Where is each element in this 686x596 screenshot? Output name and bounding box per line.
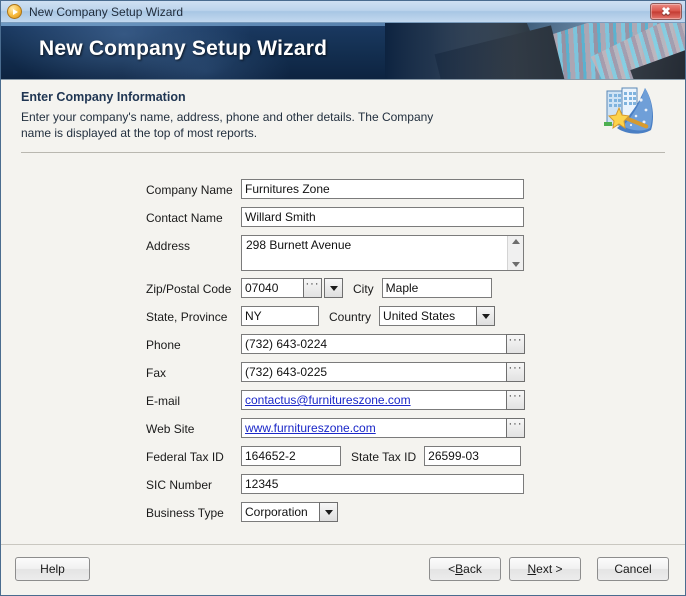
country-input[interactable] — [379, 306, 477, 326]
row-website: Web Site ··· — [1, 418, 685, 439]
federal-tax-id-input[interactable] — [241, 446, 341, 466]
address-textarea[interactable]: 298 Burnett Avenue — [241, 235, 524, 271]
label-sic-number: SIC Number — [146, 478, 213, 492]
label-phone: Phone — [146, 338, 181, 352]
label-website: Web Site — [146, 422, 195, 436]
business-type-combo[interactable] — [241, 502, 338, 522]
row-sic-number: SIC Number — [1, 474, 685, 495]
row-phone: Phone ··· — [1, 334, 685, 355]
address-value: 298 Burnett Avenue — [246, 238, 352, 252]
fax-combo: ··· — [241, 362, 525, 382]
close-icon[interactable]: ✖ — [650, 3, 682, 20]
sic-number-input[interactable] — [241, 474, 524, 494]
row-email: E-mail ··· — [1, 390, 685, 411]
email-combo: ··· — [241, 390, 525, 410]
help-button[interactable]: Help — [15, 557, 90, 581]
country-combo[interactable] — [379, 306, 496, 326]
label-federal-tax-id: Federal Tax ID — [146, 450, 224, 464]
website-combo: ··· — [241, 418, 525, 438]
business-type-dropdown-icon[interactable] — [319, 502, 338, 522]
label-country: Country — [329, 310, 372, 324]
label-company-name: Company Name — [146, 183, 233, 197]
zip-combo: ··· — [241, 278, 343, 298]
wizard-orb-icon — [7, 4, 22, 19]
page-title: Enter Company Information — [21, 90, 186, 104]
label-city: City — [353, 282, 374, 296]
row-zip-city: Zip/Postal Code ··· City — [1, 278, 685, 299]
back-label-prefix: < — [448, 562, 456, 576]
email-input[interactable] — [241, 390, 506, 410]
label-zip: Zip/Postal Code — [146, 282, 232, 296]
label-fax: Fax — [146, 366, 167, 380]
business-type-input[interactable] — [241, 502, 319, 522]
state-tax-id-input[interactable] — [424, 446, 522, 466]
cancel-button[interactable]: Cancel — [597, 557, 669, 581]
phone-ellipsis-icon[interactable]: ··· — [506, 334, 525, 354]
zip-lookup-ellipsis-icon[interactable]: ··· — [303, 278, 322, 298]
company-info-form: Company Name Contact Name Address 298 Bu… — [1, 153, 685, 523]
label-state: State, Province — [146, 310, 228, 324]
company-name-input[interactable] — [241, 179, 524, 199]
fax-ellipsis-icon[interactable]: ··· — [506, 362, 525, 382]
phone-combo: ··· — [241, 334, 525, 354]
email-ellipsis-icon[interactable]: ··· — [506, 390, 525, 410]
scroll-up-icon[interactable] — [511, 239, 520, 244]
zip-input[interactable] — [241, 278, 303, 298]
row-company-name: Company Name — [1, 179, 685, 200]
row-fax: Fax ··· — [1, 362, 685, 383]
row-contact-name: Contact Name — [1, 207, 685, 228]
page-description: Enter your company's name, address, phon… — [21, 110, 434, 140]
next-accel: N — [527, 562, 537, 576]
row-address: Address 298 Burnett Avenue — [1, 235, 685, 271]
zip-dropdown-icon[interactable] — [324, 278, 343, 298]
back-label-suffix: ack — [463, 562, 482, 576]
description-block: Enter Company Information Enter your com… — [1, 80, 685, 152]
phone-input[interactable] — [241, 334, 506, 354]
next-button[interactable]: Next > — [509, 557, 581, 581]
next-label-suffix: ext > — [536, 562, 563, 576]
wizard-footer: Help < Back Next > Cancel — [1, 544, 685, 595]
country-dropdown-icon[interactable] — [476, 306, 496, 326]
window-title: New Company Setup Wizard — [29, 4, 184, 19]
website-ellipsis-icon[interactable]: ··· — [506, 418, 525, 438]
address-scrollbar[interactable] — [507, 236, 523, 270]
state-input[interactable] — [241, 306, 319, 326]
title-bar: New Company Setup Wizard ✖ — [1, 1, 685, 23]
label-business-type: Business Type — [146, 506, 224, 520]
wizard-window: New Company Setup Wizard ✖ New Company S… — [0, 0, 686, 596]
wizard-banner: New Company Setup Wizard — [1, 23, 685, 80]
back-button[interactable]: < Back — [429, 557, 501, 581]
banner-title: New Company Setup Wizard — [39, 37, 328, 60]
label-contact-name: Contact Name — [146, 211, 223, 225]
label-email: E-mail — [146, 394, 181, 408]
label-state-tax-id: State Tax ID — [351, 450, 417, 464]
contact-name-input[interactable] — [241, 207, 524, 227]
wizard-hat-building-icon — [599, 86, 663, 144]
label-address: Address — [146, 239, 191, 253]
row-business-type: Business Type — [1, 502, 685, 523]
back-accel: B — [455, 562, 464, 576]
row-tax-ids: Federal Tax ID State Tax ID — [1, 446, 685, 467]
city-input[interactable] — [381, 278, 492, 298]
scroll-down-icon[interactable] — [511, 262, 520, 267]
website-input[interactable] — [241, 418, 506, 438]
fax-input[interactable] — [241, 362, 506, 382]
skyscraper-photo — [385, 23, 685, 80]
row-state-country: State, Province Country — [1, 306, 685, 327]
